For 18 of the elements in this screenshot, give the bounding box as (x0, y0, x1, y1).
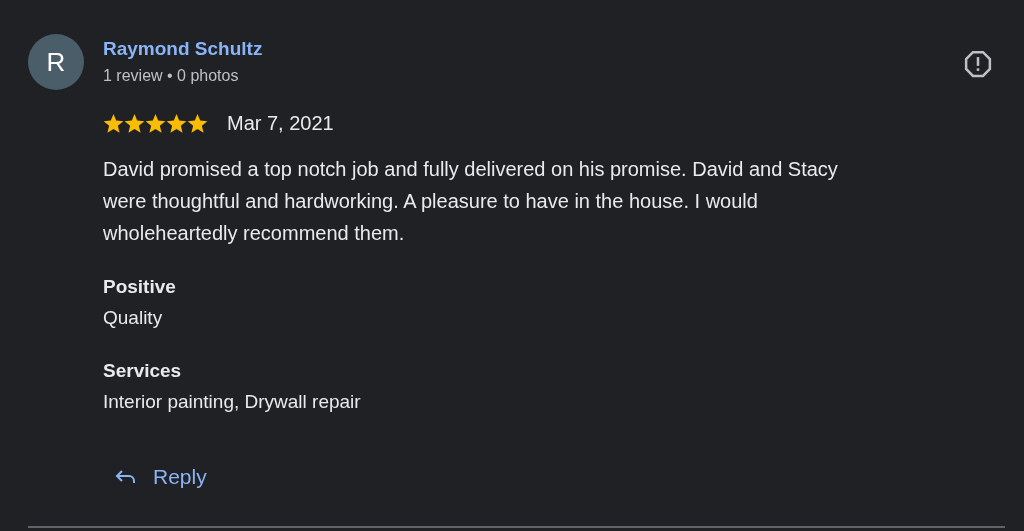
author-name[interactable]: Raymond Schultz (103, 38, 963, 60)
star-icon (145, 113, 166, 134)
star-icon (103, 113, 124, 134)
star-icon (187, 113, 208, 134)
attribute-label: Positive (103, 275, 177, 299)
review-date: Mar 7, 2021 (227, 112, 334, 135)
review-text: David promised a top notch job and fully delivered on his promise. David and Stacy were thoughtful and hardworking. A pleasure to have in the house. I would wholeheartedly recommend them. (103, 157, 839, 246)
report-button[interactable] (963, 49, 993, 79)
star-icon (124, 113, 145, 134)
reply-icon (115, 469, 137, 485)
avatar: R (28, 34, 84, 90)
attribute-value: Quality (103, 306, 164, 330)
reply-button[interactable]: Reply (101, 461, 221, 493)
attribute-label: Services (103, 359, 183, 383)
attribute-value: Interior painting, Drywall repair (103, 390, 362, 414)
author-meta: 1 review • 0 photos (103, 67, 240, 85)
star-icon (166, 113, 187, 134)
report-icon (963, 49, 993, 79)
